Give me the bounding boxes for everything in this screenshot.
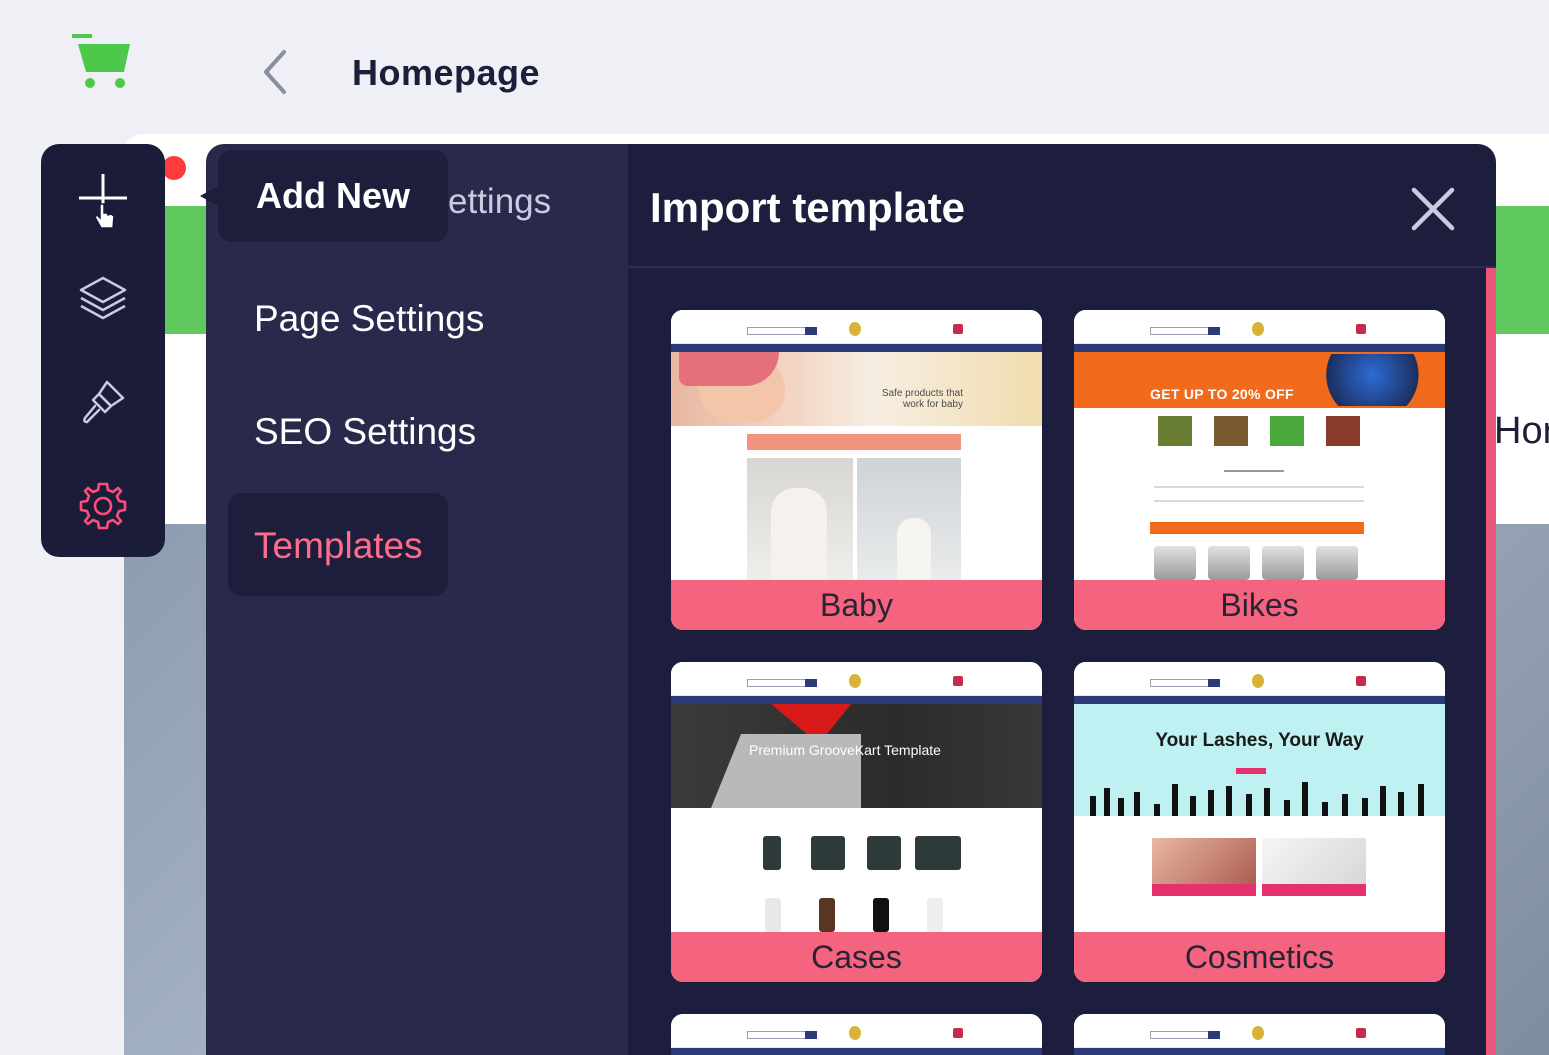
modal-scrollbar[interactable] [1486,268,1496,1055]
template-card-partial[interactable] [671,1014,1042,1055]
chevron-left-icon[interactable] [258,48,290,96]
template-thumbnail: Premium GrooveKart Template [671,662,1042,932]
template-card-baby[interactable]: Safe products that work for baby Baby [671,310,1042,630]
import-template-modal: Import template Safe products that work … [628,144,1496,1055]
plus-icon [79,174,127,229]
brush-icon [83,380,125,424]
layers-button[interactable] [73,268,133,328]
thumb-text: GET UP TO 20% OFF [1150,386,1294,402]
menu-item-page-settings[interactable]: Page Settings [254,298,484,340]
menu-item-seo-settings[interactable]: SEO Settings [254,411,476,453]
cart-logo-icon[interactable] [72,34,134,90]
template-thumbnail: Safe products that work for baby [671,310,1042,580]
template-card-partial[interactable] [1074,1014,1445,1055]
template-name: Cosmetics [1074,932,1445,982]
template-card-bikes[interactable]: GET UP TO 20% OFF Bikes [1074,310,1445,630]
settings-panel: ettings Page Settings SEO Settings Templ… [206,144,628,1055]
template-thumbnail: Your Lashes, Your Way [1074,662,1445,932]
cursor-hand-icon [94,203,115,229]
preview-partial-text: Hor [1494,410,1549,452]
add-new-tooltip: Add New [218,150,448,242]
design-button[interactable] [73,372,133,432]
template-card-cosmetics[interactable]: Your Lashes, Your Way Cosmetics [1074,662,1445,982]
preview-red-dot [162,156,186,180]
gear-icon [79,482,127,530]
template-name: Baby [671,580,1042,630]
thumb-text: Safe products that work for baby [881,388,963,410]
thumb-text: Your Lashes, Your Way [1155,730,1364,751]
template-name: Bikes [1074,580,1445,630]
page-title: Homepage [352,52,541,93]
panel-heading-partial: ettings [448,182,552,221]
close-icon[interactable] [1408,184,1458,234]
template-name: Cases [671,932,1042,982]
modal-title: Import template [650,184,966,231]
tooltip-arrow [200,186,218,206]
menu-item-templates[interactable]: Templates [254,525,423,567]
modal-header: Import template [628,144,1496,268]
tool-rail [41,144,165,557]
add-new-button[interactable] [73,170,133,230]
thumb-text: Premium GrooveKart Template [749,742,941,758]
template-card-cases[interactable]: Premium GrooveKart Template Cases [671,662,1042,982]
layers-icon [79,276,127,320]
settings-button[interactable] [73,476,133,536]
template-thumbnail: GET UP TO 20% OFF [1074,310,1445,580]
